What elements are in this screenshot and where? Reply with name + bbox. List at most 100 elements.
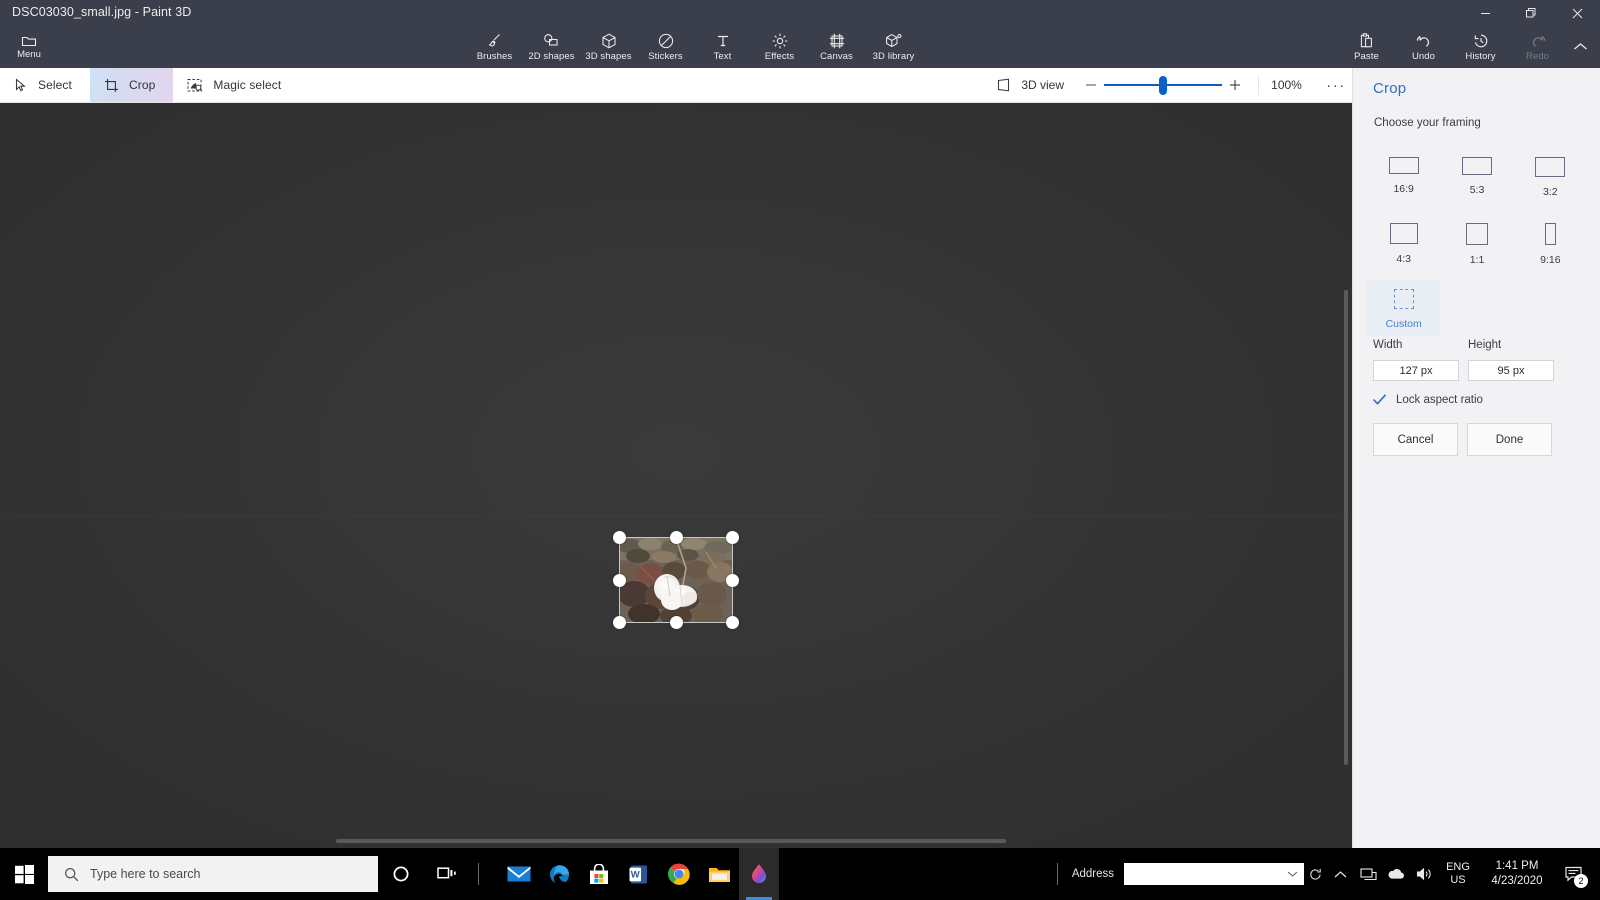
taskbar-app-paint-3d[interactable]	[739, 848, 779, 900]
crop-handle-top-left[interactable]	[613, 531, 626, 544]
start-button[interactable]	[0, 848, 48, 900]
ribbon-item-3d-shapes[interactable]: 3D shapes	[580, 26, 637, 68]
height-input[interactable]: 95 px	[1468, 360, 1554, 381]
ratio-label: Custom	[1386, 318, 1422, 330]
taskbar-app-edge[interactable]	[539, 848, 579, 900]
ribbon-item-effects[interactable]: Effects	[751, 26, 808, 68]
chevron-down-icon	[1287, 870, 1298, 878]
onedrive-button[interactable]	[1382, 848, 1410, 900]
close-button[interactable]	[1554, 0, 1600, 26]
crop-handle-bottom-left[interactable]	[613, 616, 626, 629]
collapse-ribbon-button[interactable]	[1566, 26, 1594, 68]
history-button[interactable]: History	[1452, 26, 1509, 68]
ratio-option-custom[interactable]: Custom	[1367, 280, 1440, 336]
zoom-out-button[interactable]	[1078, 68, 1104, 102]
ribbon-label: History	[1465, 52, 1495, 62]
width-input[interactable]: 127 px	[1373, 360, 1459, 381]
svg-text:W: W	[631, 869, 640, 880]
taskbar-app-mail[interactable]	[499, 848, 539, 900]
ribbon-label: 3D shapes	[585, 52, 631, 62]
taskbar-divider	[478, 863, 479, 885]
search-icon	[64, 867, 79, 882]
menu-label: Menu	[17, 50, 41, 60]
width-label: Width	[1373, 339, 1459, 351]
tray-divider	[1057, 863, 1058, 885]
clock[interactable]: 1:41 PM 4/23/2020	[1478, 848, 1556, 900]
refresh-button[interactable]	[1304, 863, 1326, 885]
address-input[interactable]	[1124, 863, 1304, 885]
ribbon-label: Effects	[765, 52, 795, 62]
horizontal-scrollbar[interactable]	[336, 839, 1006, 843]
ribbon-label: Canvas	[820, 52, 853, 62]
image-thumbnail	[620, 538, 732, 622]
crop-icon	[104, 78, 119, 93]
task-view-button[interactable]	[424, 848, 470, 900]
folder-icon	[21, 34, 37, 48]
ribbon-item-brushes[interactable]: Brushes	[466, 26, 523, 68]
taskbar-app-microsoft-store[interactable]	[579, 848, 619, 900]
ratio-option-1-1[interactable]: 1:1	[1440, 214, 1513, 270]
3d-view-button[interactable]: 3D view	[982, 68, 1078, 102]
ribbon-label: Stickers	[648, 52, 683, 62]
tab-magic-select[interactable]: Magic select	[173, 68, 299, 102]
zoom-percentage: 100%	[1258, 75, 1314, 95]
zoom-slider[interactable]	[1104, 68, 1222, 102]
search-input[interactable]: Type here to search	[48, 856, 378, 892]
canvas-icon	[828, 32, 846, 50]
lock-aspect-ratio-checkbox[interactable]: Lock aspect ratio	[1372, 393, 1483, 406]
language-indicator[interactable]: ENG US	[1438, 848, 1478, 900]
paste-button[interactable]: Paste	[1338, 26, 1395, 68]
network-button[interactable]	[1354, 848, 1382, 900]
cortana-button[interactable]	[378, 848, 424, 900]
taskbar-app-file-explorer[interactable]	[699, 848, 739, 900]
cancel-button[interactable]: Cancel	[1373, 423, 1458, 456]
crop-handle-top-center[interactable]	[670, 531, 683, 544]
crop-handle-middle-left[interactable]	[613, 574, 626, 587]
checkmark-icon	[1372, 393, 1387, 406]
ratio-label: 1:1	[1470, 254, 1485, 266]
crop-selection[interactable]	[620, 538, 732, 622]
volume-button[interactable]	[1410, 848, 1438, 900]
ratio-shape-icon	[1389, 157, 1419, 174]
ribbon-label: 3D library	[873, 52, 915, 62]
ribbon-item-text[interactable]: Text	[694, 26, 751, 68]
crop-handle-middle-right[interactable]	[726, 574, 739, 587]
minimize-button[interactable]	[1462, 0, 1508, 26]
address-label: Address	[1072, 868, 1114, 880]
ratio-option-16-9[interactable]: 16:9	[1367, 148, 1440, 204]
done-button[interactable]: Done	[1467, 423, 1552, 456]
tab-crop[interactable]: Crop	[90, 68, 173, 102]
ribbon-item-stickers[interactable]: Stickers	[637, 26, 694, 68]
canvas-area[interactable]	[0, 103, 1352, 848]
ribbon-label: 2D shapes	[528, 52, 574, 62]
ribbon-item-2d-shapes[interactable]: 2D shapes	[523, 26, 580, 68]
cortana-icon	[392, 865, 410, 883]
panel-title: Crop	[1373, 80, 1406, 97]
crop-handle-bottom-center[interactable]	[670, 616, 683, 629]
ratio-option-9-16[interactable]: 9:16	[1514, 214, 1587, 270]
ribbon-item-3d-library[interactable]: 3D library	[865, 26, 922, 68]
ribbon-item-canvas[interactable]: Canvas	[808, 26, 865, 68]
tab-select[interactable]: Select	[0, 68, 90, 102]
zoom-in-button[interactable]	[1222, 68, 1248, 102]
taskbar-app-chrome[interactable]	[659, 848, 699, 900]
tool-tabs: Select Crop Magic select	[0, 68, 299, 102]
ratio-option-5-3[interactable]: 5:3	[1440, 148, 1513, 204]
vertical-scrollbar[interactable]	[1344, 290, 1348, 765]
window-controls	[1462, 0, 1600, 26]
notifications-button[interactable]: 2	[1556, 848, 1592, 900]
menu-button[interactable]: Menu	[9, 26, 49, 68]
task-view-icon	[437, 866, 457, 883]
crop-handle-bottom-right[interactable]	[726, 616, 739, 629]
ratio-option-3-2[interactable]: 3:2	[1514, 148, 1587, 204]
undo-button[interactable]: Undo	[1395, 26, 1452, 68]
restore-button[interactable]	[1508, 0, 1554, 26]
crop-handle-top-right[interactable]	[726, 531, 739, 544]
show-hidden-icons-button[interactable]	[1326, 848, 1354, 900]
ratio-shape-icon	[1545, 223, 1556, 245]
zoom-slider-thumb[interactable]	[1159, 76, 1167, 95]
zoom-control: 100%	[1078, 68, 1314, 102]
ratio-option-4-3[interactable]: 4:3	[1367, 214, 1440, 270]
taskbar-app-word[interactable]: W	[619, 848, 659, 900]
stickers-icon	[657, 32, 675, 50]
